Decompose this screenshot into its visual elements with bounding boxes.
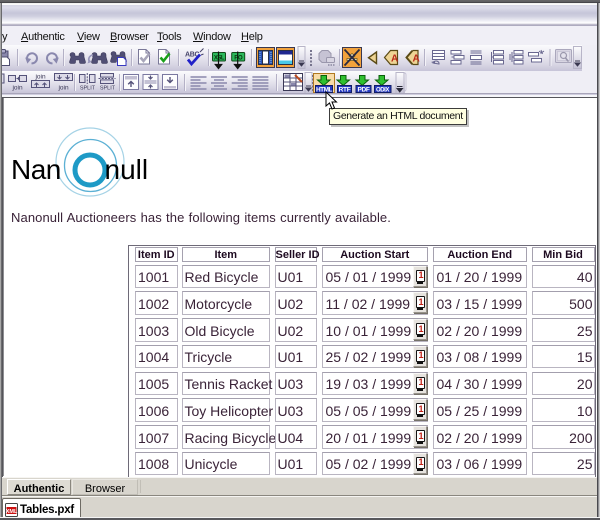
svg-text:join: join [11,85,23,92]
svg-text:SPLIT: SPLIT [80,86,96,92]
svg-text:SPLIT: SPLIT [100,86,116,92]
svg-text:A: A [391,54,398,65]
svg-text:XML: XML [6,509,18,515]
svg-text:A: A [413,54,420,65]
svg-text:join: join [57,85,69,92]
svg-text:join: join [34,74,46,81]
svg-text:XSL: XSL [214,56,225,62]
svg-text:F.O: F.O [234,56,243,62]
